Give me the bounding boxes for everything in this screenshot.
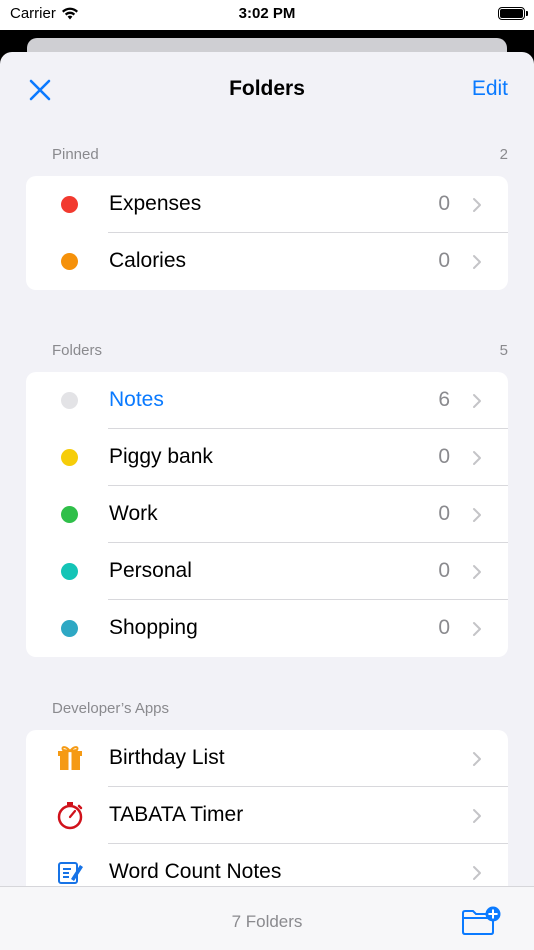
app-birthday-list-label: Birthday List — [109, 746, 225, 769]
gift-icon — [58, 746, 82, 770]
folder-count-status: 7 Folders — [231, 912, 303, 931]
folders-list: Notes 6 Piggy bank 0 Work 0 Personal 0 Shopping 0 — [26, 372, 508, 657]
folders-section-header: Folders 5 — [26, 342, 508, 364]
folders-sheet: Folders Edit Pinned 2 Expenses 0 Calories 0… — [0, 52, 534, 950]
pinned-header-label: Pinned — [52, 146, 99, 163]
folder-color-dot-icon — [61, 253, 78, 270]
folder-notes[interactable]: Notes 6 — [26, 372, 508, 429]
folder-work-count: 0 — [438, 502, 450, 525]
notes-pencil-icon — [58, 862, 83, 884]
pinned-list: Expenses 0 Calories 0 — [26, 176, 508, 290]
new-folder-icon[interactable] — [461, 906, 501, 936]
pinned-folder-calories-count: 0 — [438, 249, 450, 272]
folder-piggy-bank[interactable]: Piggy bank 0 — [26, 429, 508, 486]
folder-color-dot-icon — [61, 506, 78, 523]
folder-piggy-bank-label: Piggy bank — [109, 445, 213, 468]
developer-apps-list: Birthday List TABATA Timer Word Count Note… — [26, 730, 508, 901]
pinned-folder-expenses-label: Expenses — [109, 192, 202, 215]
pinned-folder-expenses[interactable]: Expenses 0 — [26, 176, 508, 233]
folder-color-dot-icon — [61, 620, 78, 637]
folders-header-label: Folders — [52, 342, 103, 359]
developer-apps-section-header: Developer’s Apps — [26, 700, 508, 722]
folder-work-label: Work — [109, 502, 158, 525]
app-word-count-notes-label: Word Count Notes — [109, 860, 282, 883]
chevron-right-icon — [473, 508, 481, 522]
folders-header-count: 5 — [499, 342, 508, 359]
folder-personal-count: 0 — [438, 559, 450, 582]
chevron-right-icon — [473, 565, 481, 579]
status-time: 3:02 PM — [238, 5, 296, 22]
app-tabata-timer[interactable]: TABATA Timer — [26, 787, 508, 844]
chevron-right-icon — [473, 198, 481, 212]
chevron-right-icon — [473, 451, 481, 465]
page-title: Folders — [229, 77, 305, 100]
edit-button[interactable]: Edit — [472, 77, 508, 101]
chevron-right-icon — [473, 809, 481, 823]
pinned-header-count: 2 — [499, 146, 508, 163]
folder-color-dot-icon — [61, 563, 78, 580]
chevron-right-icon — [473, 394, 481, 408]
pinned-section-header: Pinned 2 — [26, 146, 508, 168]
folder-shopping-label: Shopping — [109, 616, 198, 639]
folder-color-dot-icon — [61, 196, 78, 213]
folder-shopping-count: 0 — [438, 616, 450, 639]
folder-color-dot-icon — [61, 392, 78, 409]
folder-piggy-bank-count: 0 — [438, 445, 450, 468]
app-birthday-list[interactable]: Birthday List — [26, 730, 508, 787]
status-bar: Carrier 3:02 PM — [0, 0, 534, 30]
chevron-right-icon — [473, 752, 481, 766]
stopwatch-icon — [57, 802, 83, 830]
folder-personal[interactable]: Personal 0 — [26, 543, 508, 600]
folder-work[interactable]: Work 0 — [26, 486, 508, 543]
bottom-toolbar: 7 Folders — [0, 886, 534, 950]
folder-personal-label: Personal — [109, 559, 192, 582]
pinned-folder-expenses-count: 0 — [438, 192, 450, 215]
folder-notes-count: 6 — [438, 388, 450, 411]
folder-notes-label: Notes — [109, 388, 164, 411]
developer-apps-header-label: Developer’s Apps — [52, 700, 170, 717]
nav-bar: Folders Edit — [0, 52, 534, 126]
folder-shopping[interactable]: Shopping 0 — [26, 600, 508, 657]
app-tabata-timer-label: TABATA Timer — [109, 803, 244, 826]
folder-color-dot-icon — [61, 449, 78, 466]
battery-icon — [498, 7, 528, 20]
chevron-right-icon — [473, 622, 481, 636]
pinned-folder-calories-label: Calories — [109, 249, 187, 272]
pinned-folder-calories[interactable]: Calories 0 — [26, 233, 508, 290]
chevron-right-icon — [473, 255, 481, 269]
chevron-right-icon — [473, 866, 481, 880]
